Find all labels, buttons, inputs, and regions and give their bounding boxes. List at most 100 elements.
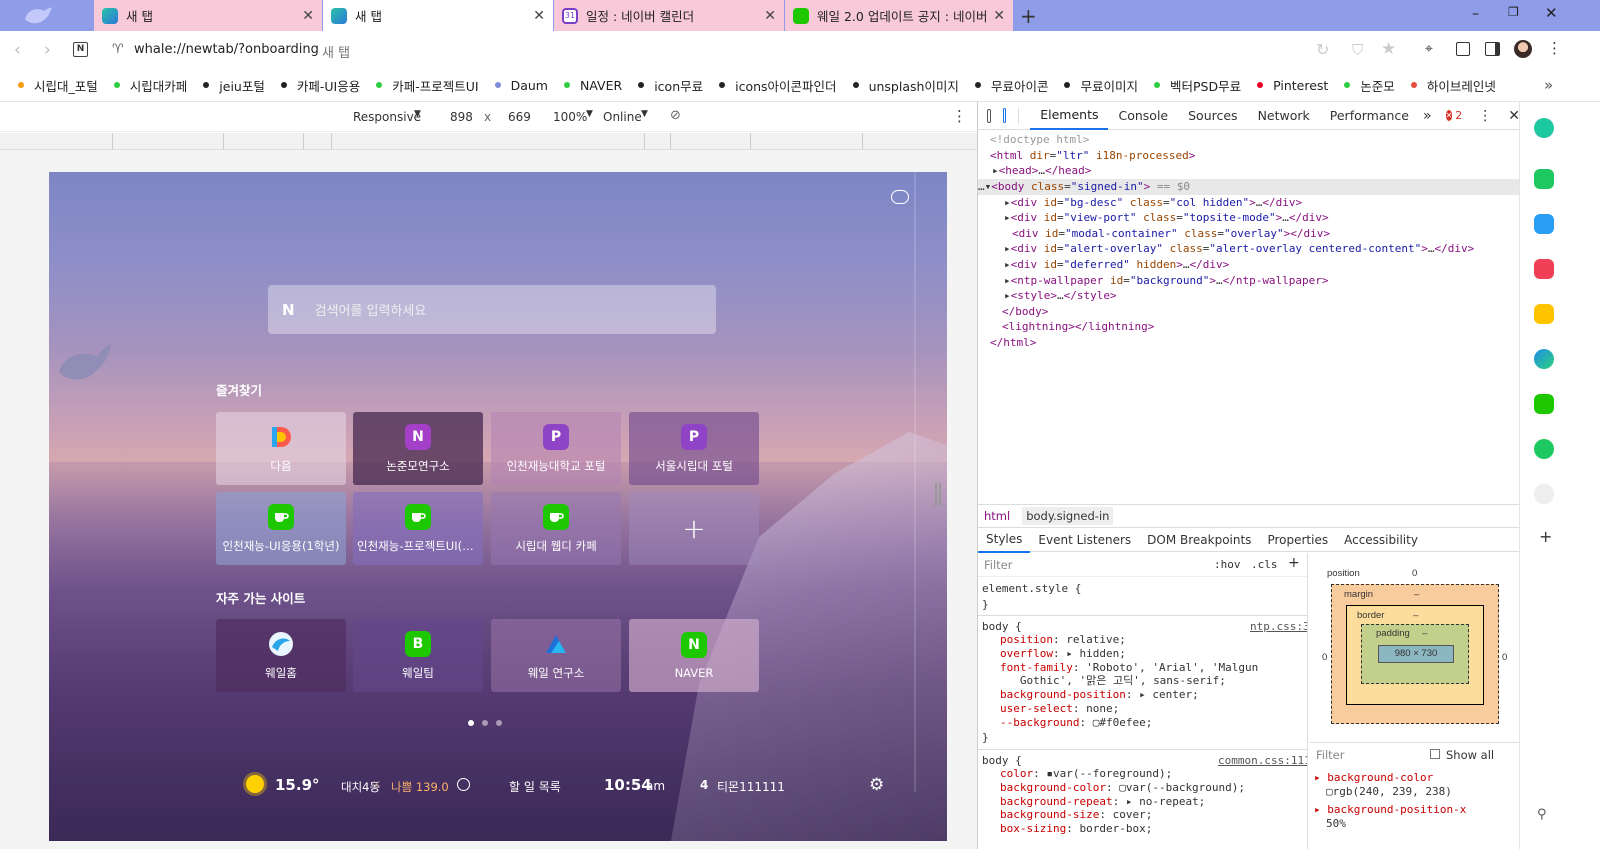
bookmark-item[interactable]: 하이브레인넷 [1410, 76, 1496, 95]
device-mode-select[interactable]: Responsive [353, 110, 421, 124]
bookmark-item[interactable]: jeiu포털 [203, 76, 265, 95]
forward-icon[interactable]: › [44, 40, 51, 60]
dust-status[interactable]: 나쁨 139.0 [391, 779, 449, 795]
shortcut-tile[interactable]: B 웨일팀 [353, 619, 483, 692]
dom-line[interactable]: </body> [1002, 304, 1048, 320]
computed-prop[interactable]: ▸ background-color [1314, 771, 1433, 785]
shortcut-tile[interactable]: 시립대 웹디 카페 [491, 492, 621, 565]
sidebar-pocket-icon[interactable] [1534, 259, 1554, 279]
dom-line[interactable]: ▸<div id="deferred" hidden>…</div> [1004, 257, 1229, 273]
add-favorite-tile[interactable]: + [629, 492, 759, 565]
sidebar-pin-icon[interactable]: ⚲ [1537, 807, 1547, 822]
todo-list-link[interactable]: 할 일 목록 [509, 778, 561, 795]
more-tabs-icon[interactable]: » [1423, 108, 1432, 124]
close-window-button[interactable]: ✕ [1545, 4, 1558, 22]
more-bookmarks-icon[interactable]: » [1544, 76, 1553, 94]
bookmark-item[interactable]: icons아이콘파인더 [719, 76, 837, 95]
bookmark-item[interactable]: Daum [494, 76, 548, 95]
tab-performance[interactable]: Performance [1320, 102, 1419, 130]
bookmark-item[interactable]: 카페-UI응용 [280, 76, 360, 95]
dom-line[interactable]: <html dir="ltr" i18n-processed> [990, 148, 1195, 164]
username[interactable]: 티몬111111 [717, 778, 785, 795]
shortcut-tile[interactable]: P 인천재능대학교 포털 [491, 412, 621, 485]
network-select[interactable]: Online [603, 110, 642, 124]
page-dot[interactable] [482, 720, 488, 726]
bookmark-item[interactable]: 벡터PSD무료 [1153, 76, 1241, 95]
dom-line[interactable]: <!doctype html> [990, 132, 1089, 148]
subtab-event-listeners[interactable]: Event Listeners [1030, 528, 1139, 552]
tab-newtab-active[interactable]: 새 탭 ✕ [323, 0, 553, 31]
shortcut-tile[interactable]: 다음 [216, 412, 346, 485]
shortcut-tile[interactable]: N NAVER [629, 619, 759, 692]
styles-filter[interactable]: Filter :hov .cls + [978, 553, 1307, 577]
rule-source-link[interactable]: ntp.css:3 [1250, 619, 1307, 635]
sidebar-edge-icon[interactable] [1534, 349, 1554, 369]
media-query-ruler[interactable] [0, 133, 996, 150]
tab-calendar[interactable]: 31 일정 : 네이버 캘린더 ✕ [554, 0, 784, 31]
error-count[interactable]: 2 [1455, 109, 1462, 122]
device-height-input[interactable]: 669 [508, 110, 531, 124]
dom-line[interactable]: <div id="modal-container" class="overlay… [1012, 226, 1330, 242]
resize-handle[interactable] [935, 483, 941, 507]
box-padding[interactable]: padding – 980 × 730 [1361, 624, 1469, 684]
bookmark-item[interactable]: unsplash이미지 [852, 76, 959, 95]
devtools-settings-icon[interactable]: ⋮ [1478, 108, 1492, 124]
bookmark-star-icon[interactable]: ★ [1381, 39, 1396, 59]
bookmark-item[interactable]: 무료이미지 [1064, 76, 1138, 95]
close-tab-icon[interactable]: ✕ [302, 8, 314, 24]
box-border[interactable]: border – padding – 980 × 730 [1346, 605, 1484, 705]
bookmark-item[interactable]: Pinterest [1257, 76, 1328, 95]
naver-home-icon[interactable]: N [73, 42, 88, 57]
sidebar-star-icon[interactable] [1534, 304, 1554, 324]
tab-network[interactable]: Network [1248, 102, 1320, 130]
subtab-dom-breakpoints[interactable]: DOM Breakpoints [1139, 528, 1259, 552]
bookmark-item[interactable]: icon무료 [638, 76, 703, 95]
menu-icon[interactable]: ⋮ [1547, 39, 1562, 57]
device-options-icon[interactable]: ⋮ [952, 107, 967, 125]
address-url[interactable]: whale://newtab/?onboarding [134, 42, 319, 57]
tab-whale-notice[interactable]: 웨일 2.0 업데이트 공지 : 네이버 ✕ [785, 0, 1013, 31]
close-tab-icon[interactable]: ✕ [533, 8, 545, 24]
cls-toggle[interactable]: .cls [1251, 558, 1278, 571]
bookmark-item[interactable]: 무료아이콘 [974, 76, 1048, 95]
new-tab-button[interactable]: + [1020, 4, 1037, 28]
back-icon[interactable]: ‹ [14, 40, 21, 60]
zoom-select[interactable]: 100% [553, 110, 587, 124]
styles-filter-input[interactable]: Filter [984, 558, 1012, 572]
shortcut-tile[interactable]: P 서울시립대 포털 [629, 412, 759, 485]
reader-icon[interactable] [1456, 42, 1470, 56]
shortcut-tile[interactable]: 인천재능-UI응용(1학년) [216, 492, 346, 565]
sidebar-calendar-icon[interactable] [1534, 214, 1554, 234]
rule-body[interactable]: position: relative; overflow: ▸ hidden; … [1000, 633, 1258, 730]
box-content[interactable]: 980 × 730 [1378, 645, 1454, 663]
search-box[interactable]: N 검색어를 입력하세요 [268, 285, 716, 334]
sidebar-chat-icon[interactable] [1534, 394, 1554, 414]
shield-icon[interactable]: ⛉ [1352, 41, 1363, 59]
dom-line[interactable]: <lightning></lightning> [1002, 319, 1154, 335]
capture-icon[interactable]: ⌖ [1425, 41, 1433, 57]
tab-console[interactable]: Console [1108, 102, 1178, 130]
breadcrumb-html[interactable]: html [984, 509, 1010, 523]
dom-line[interactable]: ▸<ntp-wallpaper id="background">…</ntp-w… [1004, 273, 1329, 289]
weather-temp[interactable]: 15.9° [275, 776, 320, 794]
device-width-input[interactable]: 898 [450, 110, 473, 124]
computed-filter[interactable]: Filter Show all [1310, 742, 1520, 764]
error-icon[interactable]: ✕ [1445, 110, 1453, 121]
bookmark-item[interactable]: 시립대카페 [113, 76, 187, 95]
sidebar-notification-icon[interactable] [1534, 169, 1554, 189]
dom-line[interactable]: ▸<div id="alert-overlay" class="alert-ov… [1004, 241, 1474, 257]
dom-line[interactable]: ▸<div id="view-port" class="topsite-mode… [1004, 210, 1329, 226]
device-toggle-icon[interactable] [1002, 108, 1007, 123]
page-dot[interactable] [496, 720, 502, 726]
shortcut-tile[interactable]: N 논준모연구소 [353, 412, 483, 485]
notification-count[interactable]: 4 [700, 778, 708, 792]
minimize-button[interactable]: – [1472, 6, 1479, 22]
show-all-checkbox[interactable] [1430, 749, 1440, 759]
search-input[interactable]: 검색어를 입력하세요 [315, 300, 427, 319]
bookmark-item[interactable]: 카페-프로젝트UI [376, 76, 479, 95]
sidebar-add-icon[interactable]: + [1539, 527, 1552, 546]
close-tab-icon[interactable]: ✕ [764, 8, 776, 24]
rule-body[interactable]: color: ▪var(--foreground); background-co… [1000, 767, 1245, 836]
close-tab-icon[interactable]: ✕ [993, 8, 1005, 24]
chat-icon[interactable] [891, 190, 909, 204]
